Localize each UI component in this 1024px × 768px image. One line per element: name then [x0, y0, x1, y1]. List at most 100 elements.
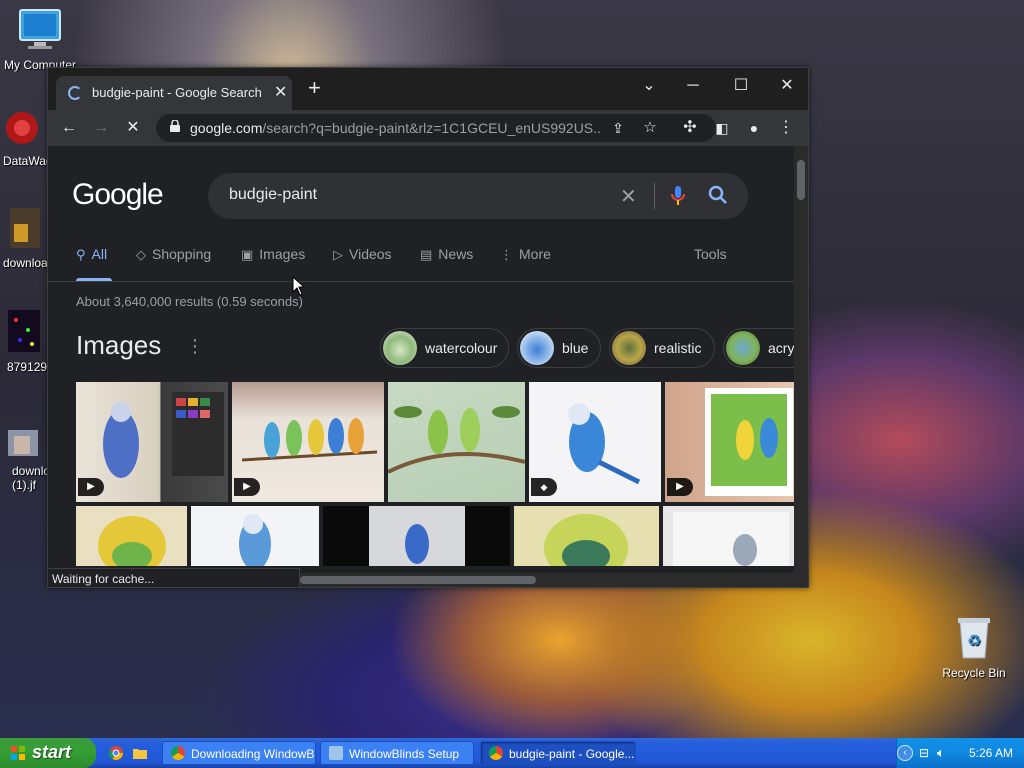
tab-images[interactable]: ▣ Images [241, 246, 305, 263]
scrollbar-thumb[interactable] [797, 160, 805, 200]
tab-shopping[interactable]: ◇ Shopping [136, 246, 211, 263]
scrollbar-thumb[interactable] [300, 576, 536, 584]
chip-thumbnail [726, 331, 760, 365]
image-file-icon [0, 308, 52, 357]
menu-dots-icon[interactable]: ⋮ [774, 116, 798, 140]
chip-watercolour[interactable]: watercolour [380, 328, 509, 368]
image-result[interactable]: ▶ [665, 382, 794, 502]
chrome-icon [171, 746, 185, 760]
tab-videos[interactable]: ▷ Videos [333, 246, 392, 263]
image-file-icon [0, 428, 52, 461]
datawag-app-icon [0, 108, 52, 151]
desktop-icon-label: downlo (1).jf [12, 464, 51, 492]
image-result[interactable] [323, 506, 510, 566]
image-result[interactable]: ▶ [232, 382, 384, 502]
taskbar-item-downloading[interactable]: Downloading WindowBl... [162, 741, 316, 765]
desktop-icon-label: downloa [3, 256, 48, 270]
active-tab-indicator [76, 278, 112, 281]
browser-toolbar: ← → ✕ google.com/search?q=budgie-paint&r… [48, 110, 808, 146]
dots-icon: ⋮ [500, 247, 513, 262]
yellow-budgie-thumbnail [98, 516, 166, 566]
browser-tab-active[interactable]: budgie-paint - Google Search ✕ [56, 76, 292, 110]
chrome-quicklaunch-icon[interactable] [108, 745, 124, 761]
maximize-button[interactable]: ☐ [718, 72, 764, 100]
desktop-icon-label: Recycle Bin [942, 666, 1006, 680]
chip-blue[interactable]: blue [517, 328, 601, 368]
computer-icon [0, 8, 80, 55]
desktop-icon-label: DataWag [3, 154, 53, 168]
divider [654, 183, 655, 209]
yellow-green-budgie-thumbnail [544, 514, 628, 566]
desktop-icon-download-jfif[interactable]: downlo (1).jf [0, 428, 52, 492]
image-result[interactable]: ◆ [529, 382, 661, 502]
tab-title: budgie-paint - Google Search [92, 85, 262, 100]
tools-button[interactable]: Tools [694, 246, 727, 262]
chip-realistic[interactable]: realistic [609, 328, 715, 368]
search-box[interactable]: budgie-paint ✕ [208, 173, 748, 219]
show-hidden-icons-button[interactable]: ‹ [897, 745, 913, 761]
desktop-icon-my-computer[interactable]: My Computer [0, 8, 80, 72]
search-icon[interactable] [708, 185, 728, 205]
horizontal-scrollbar[interactable] [298, 573, 808, 587]
image-result[interactable] [388, 382, 525, 502]
tag-icon: ◇ [136, 247, 146, 262]
svg-text:♻: ♻ [967, 633, 981, 650]
close-tab-icon[interactable]: ✕ [274, 82, 287, 102]
stop-loading-button[interactable]: ✕ [121, 116, 145, 140]
green-budgies-thumbnail [388, 406, 525, 474]
more-options-icon[interactable]: ⋮ [186, 336, 204, 357]
chip-thumbnail [612, 331, 646, 365]
clear-icon[interactable]: ✕ [620, 184, 637, 209]
profile-icon[interactable]: ● [742, 116, 766, 140]
image-result[interactable] [191, 506, 319, 566]
taskbar-item-windowblinds[interactable]: WindowBlinds Setup [320, 741, 474, 765]
side-panel-icon[interactable]: ◧ [710, 116, 734, 140]
tab-news[interactable]: ▤ News [420, 246, 473, 263]
tab-more[interactable]: ⋮ More [500, 246, 551, 263]
file-icon [0, 206, 52, 253]
bookmark-star-icon[interactable]: ☆ [638, 116, 662, 140]
search-tabs: ⚲ All ◇ Shopping ▣ Images ▷ Videos ▤ News ⋮ Mo… [48, 242, 794, 282]
budgie-on-black-thumbnail [369, 506, 465, 566]
back-button[interactable]: ← [57, 116, 81, 140]
close-window-button[interactable]: ✕ [764, 72, 810, 100]
desktop-icon-image[interactable]: 8791290 [0, 308, 54, 374]
image-result[interactable]: ▶ [76, 382, 228, 502]
image-result[interactable] [663, 506, 794, 566]
search-input[interactable]: budgie-paint [229, 186, 317, 204]
chip-thumbnail [383, 331, 417, 365]
image-result[interactable] [514, 506, 659, 566]
tag-icon: ◆ [531, 478, 557, 496]
forward-button[interactable]: → [89, 116, 113, 140]
image-icon: ▣ [241, 247, 254, 262]
volume-icon[interactable]: 🔈︎ [937, 745, 945, 761]
vertical-scrollbar[interactable] [794, 146, 808, 573]
minimize-button[interactable]: ─ [670, 72, 716, 100]
extensions-puzzle-icon[interactable]: ✣ [678, 116, 702, 140]
desktop-icon-recycle-bin[interactable]: ♻ Recycle Bin [934, 614, 1014, 680]
lock-icon [170, 120, 180, 132]
start-button[interactable]: start [0, 738, 96, 768]
tab-all[interactable]: ⚲ All [76, 246, 107, 263]
desktop-icon-download[interactable]: downloa [0, 206, 52, 270]
chip-acrylic[interactable]: acry [723, 328, 794, 368]
google-logo[interactable]: Google [72, 178, 164, 212]
image-result[interactable] [76, 506, 187, 566]
share-icon[interactable]: ⇪ [606, 116, 630, 140]
address-bar[interactable]: google.com/search?q=budgie-paint&rlz=1C1… [156, 114, 716, 142]
desktop-icon-label: 8791290 [7, 360, 54, 374]
desktop-icon-datawag[interactable]: DataWag [0, 108, 53, 168]
new-tab-button[interactable]: + [308, 77, 321, 99]
tab-search-chevron-icon[interactable]: ⌄ [626, 72, 672, 100]
chip-thumbnail [520, 331, 554, 365]
microphone-icon[interactable] [670, 185, 686, 207]
taskbar-item-budgie-paint[interactable]: budgie-paint - Google... [480, 741, 636, 765]
folder-quicklaunch-icon[interactable] [132, 745, 148, 761]
tab-strip: budgie-paint - Google Search ✕ + ⌄ ─ ☐ ✕ [48, 68, 808, 110]
news-icon: ▤ [420, 247, 433, 262]
loading-spinner-icon [68, 86, 82, 100]
url-text: google.com/search?q=budgie-paint&rlz=1C1… [190, 120, 600, 136]
chrome-icon [489, 746, 503, 760]
clock[interactable]: 5:26 AM [969, 746, 1013, 760]
network-icon[interactable]: ⊟ [919, 746, 929, 760]
